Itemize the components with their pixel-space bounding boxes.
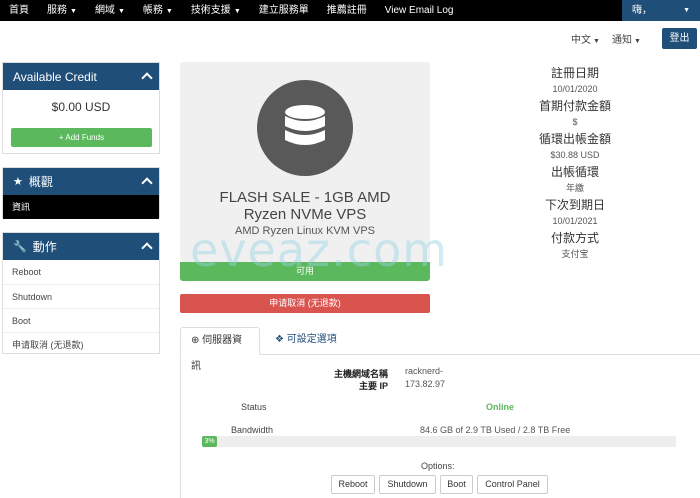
caret-down-icon: ▼ (593, 38, 600, 45)
info-label: 首期付款金額 (538, 99, 611, 113)
hostname-value: racknerd- (405, 366, 444, 376)
info-label: 下次到期日 (544, 198, 605, 212)
user-menu[interactable]: 嗨， ▼ (622, 0, 700, 21)
overview-panel: ★ 概觀 資訊 (2, 167, 160, 219)
ip-label: 主要 IP (358, 381, 388, 391)
tab-server-info[interactable]: ⊕ 伺服器資訊 (180, 327, 260, 372)
overview-panel-title: 概觀 (28, 175, 53, 189)
credit-value: $0.00 USD (51, 100, 111, 114)
wrench-icon: 🔧 (13, 241, 27, 253)
caret-down-icon: ▼ (683, 7, 690, 14)
chevron-up-icon[interactable] (141, 177, 153, 189)
credit-panel-header[interactable]: Available Credit (3, 63, 159, 90)
cubes-icon: ❖ (275, 334, 284, 345)
star-icon: ★ (13, 176, 23, 188)
info-label: 出帳循環 (550, 165, 599, 179)
chevron-up-icon[interactable] (141, 242, 153, 254)
info-label: 循環出帳金額 (538, 132, 611, 146)
nav-open-ticket[interactable]: 建立服務單 (250, 0, 318, 21)
product-subtitle: AMD Ryzen Linux KVM VPS (235, 225, 375, 237)
nav-affiliates[interactable]: 推薦註冊 (318, 0, 376, 21)
status-badge: 可用 (180, 262, 430, 281)
notifications-menu[interactable]: 通知 ▼ (612, 31, 641, 46)
caret-down-icon: ▼ (634, 38, 641, 45)
language-selector[interactable]: 中文 ▼ (571, 31, 600, 46)
nav-domains[interactable]: 網域 ▼ (86, 0, 134, 22)
sidebar-item-cancel[interactable]: 申请取消 (无退款) (3, 332, 159, 356)
info-value: 年繳 (565, 183, 584, 193)
credit-panel-title: Available Credit (13, 69, 97, 84)
ip-value: 173.82.97 (405, 379, 446, 389)
caret-down-icon: ▼ (70, 7, 77, 15)
bandwidth-progress: 3% (202, 436, 676, 447)
nav-email-log[interactable]: View Email Log (376, 0, 463, 21)
info-label: 註冊日期 (550, 66, 599, 80)
product-title: FLASH SALE - 1GB AMD Ryzen NVMe VPS (219, 189, 391, 223)
server-status-value: Online (486, 402, 515, 412)
credit-panel: Available Credit $0.00 USD + Add Funds (2, 62, 160, 154)
logout-button[interactable]: 登出 (662, 28, 697, 49)
actions-panel-title: 動作 (32, 240, 57, 254)
control-panel-button[interactable]: Control Panel (477, 475, 548, 494)
secondary-bar: 中文 ▼ 通知 ▼ 登出 (0, 21, 700, 59)
info-label: 付款方式 (550, 231, 599, 245)
info-value: 10/01/2020 (552, 84, 598, 94)
status-label: Status (241, 402, 267, 412)
options-label: Options: (421, 461, 455, 471)
info-value: $30.88 USD (550, 150, 600, 160)
add-funds-button[interactable]: + Add Funds (11, 128, 152, 147)
bandwidth-value: 84.6 GB of 2.9 TB Used / 2.8 TB Free (420, 425, 571, 435)
bandwidth-label: Bandwidth (231, 425, 274, 435)
cancel-request-button[interactable]: 申请取消 (无退款) (180, 294, 430, 313)
top-navbar: 首頁 服務 ▼ 網域 ▼ 帳務 ▼ 技術支援 ▼ 建立服務單 推薦註冊 View Ema… (0, 0, 700, 21)
server-tabs: ⊕ 伺服器資訊 ❖ 可設定選項 (180, 327, 700, 372)
actions-panel: 🔧 動作 Reboot Shutdown Boot 申请取消 (无退款) (2, 232, 160, 354)
nav-billing[interactable]: 帳務 ▼ (134, 0, 182, 22)
info-value: 支付宝 (561, 249, 589, 259)
nav-services[interactable]: 服務 ▼ (38, 0, 86, 22)
bandwidth-progress-fill: 3% (202, 436, 218, 447)
product-card: FLASH SALE - 1GB AMD Ryzen NVMe VPS AMD R… (180, 62, 430, 262)
actions-panel-header[interactable]: 🔧 動作 (3, 233, 159, 260)
sidebar-item-boot[interactable]: Boot (3, 308, 159, 332)
caret-down-icon: ▼ (117, 7, 125, 15)
database-icon (257, 80, 353, 176)
nav-home[interactable]: 首頁 (0, 0, 38, 21)
nav-support[interactable]: 技術支援 ▼ (182, 0, 250, 22)
boot-button[interactable]: Boot (440, 475, 473, 494)
reboot-button[interactable]: Reboot (331, 475, 375, 494)
caret-down-icon: ▼ (233, 7, 241, 15)
caret-down-icon: ▼ (165, 7, 173, 15)
sidebar-item-information[interactable]: 資訊 (3, 195, 159, 219)
globe-icon: ⊕ (191, 335, 200, 346)
info-value: $ (572, 117, 578, 127)
chevron-up-icon[interactable] (141, 72, 153, 84)
sidebar-item-reboot[interactable]: Reboot (3, 260, 159, 284)
shutdown-button[interactable]: Shutdown (379, 475, 436, 494)
tab-configurable-options[interactable]: ❖ 可設定選項 (265, 327, 347, 355)
billing-info: 註冊日期 10/01/2020 首期付款金額 $ 循環出帳金額 $30.88 U… (500, 66, 650, 264)
info-value: 10/01/2021 (552, 216, 598, 226)
overview-panel-header[interactable]: ★ 概觀 (3, 168, 159, 195)
sidebar-item-shutdown[interactable]: Shutdown (3, 284, 159, 308)
